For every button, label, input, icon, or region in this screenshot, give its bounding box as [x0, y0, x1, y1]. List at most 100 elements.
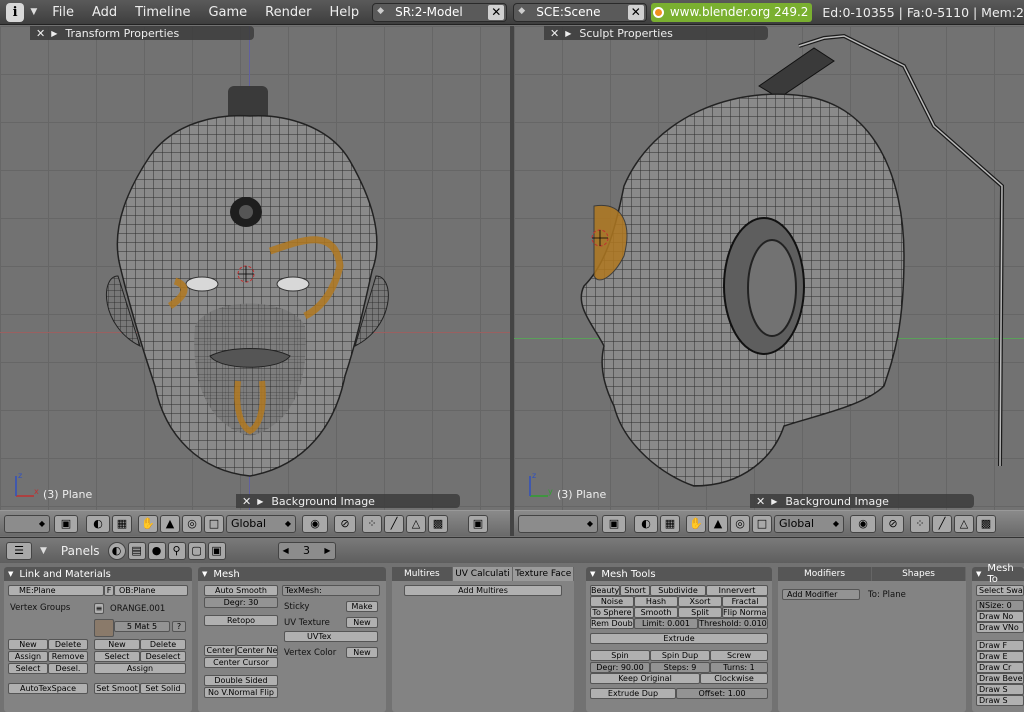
set-smooth-button[interactable]: Set Smoot [94, 683, 140, 694]
draw-type-icon[interactable]: ◐ [86, 514, 110, 533]
draw-vnormals-toggle[interactable]: Draw VNo [976, 622, 1024, 633]
flip-normal-button[interactable]: Flip Normal [722, 607, 768, 618]
sticky-make-button[interactable]: Make [346, 601, 378, 612]
occlude-icon[interactable]: ▩ [428, 514, 448, 533]
grid-icon[interactable]: ▦ [660, 514, 680, 533]
mode-dropdown[interactable]: ◆ [518, 514, 598, 533]
tab-texture-face[interactable]: Texture Face [513, 567, 575, 581]
occlude-icon[interactable]: ▩ [976, 514, 996, 533]
object-mode-icon[interactable]: ▣ [54, 514, 78, 533]
tab-shapes[interactable]: Shapes [872, 567, 966, 581]
object-icon[interactable]: ⚲ [167, 541, 186, 560]
extrude-button[interactable]: Extrude [590, 633, 768, 644]
no-vnormal-flip-toggle[interactable]: No V.Normal Flip [204, 687, 278, 698]
frame-counter[interactable]: ◀ 3 ▶ [277, 541, 336, 560]
draw-normals-toggle[interactable]: Draw No [976, 611, 1024, 622]
extrude-dup-button[interactable]: Extrude Dup [590, 688, 676, 699]
smooth-button[interactable]: Smooth [634, 607, 678, 618]
tab-uv-calculation[interactable]: UV Calculati [452, 567, 514, 581]
render-icon[interactable]: ▣ [468, 514, 488, 533]
tab-modifiers[interactable]: Modifiers [778, 567, 872, 581]
hand-icon[interactable]: ✋ [138, 514, 158, 533]
close-icon[interactable]: ✕ [756, 495, 765, 508]
innervert-button[interactable]: Innervert [706, 585, 768, 596]
vg-delete-button[interactable]: Delete [48, 639, 88, 650]
short-toggle[interactable]: Short [620, 585, 650, 596]
chevron-down-icon[interactable]: ▼ [30, 7, 37, 17]
menu-file[interactable]: File [52, 5, 74, 20]
mat-delete-button[interactable]: Delete [140, 639, 186, 650]
editing-icon[interactable]: ▢ [187, 541, 206, 560]
menu-render[interactable]: Render [265, 5, 311, 20]
screen-name[interactable]: SR:2-Model [373, 5, 488, 19]
threshold-field[interactable]: Threshold: 0.010 [698, 618, 768, 629]
double-sided-toggle[interactable]: Double Sided [204, 675, 278, 686]
noise-button[interactable]: Noise [590, 596, 634, 607]
orientation-dropdown[interactable]: Global ◆ [774, 514, 844, 533]
xsort-button[interactable]: Xsort [678, 596, 722, 607]
logic-icon[interactable]: ◐ [107, 541, 126, 560]
rem-doubles-button[interactable]: Rem Doubl [590, 618, 634, 629]
screen-selector[interactable]: ◆ SR:2-Model ✕ [372, 2, 508, 22]
select-swap-button[interactable]: Select Swa [976, 585, 1024, 596]
menu-help[interactable]: Help [329, 5, 359, 20]
tab-multires[interactable]: Multires [392, 567, 453, 581]
chevron-down-icon[interactable]: ▼ [40, 546, 47, 556]
auto-smooth-toggle[interactable]: Auto Smooth [204, 585, 278, 596]
scene-selector[interactable]: ◆ SCE:Scene ✕ [513, 2, 647, 22]
texmesh-field[interactable]: TexMesh: [282, 585, 380, 596]
rotate-icon[interactable]: ◎ [730, 514, 750, 533]
center-button[interactable]: Center [204, 645, 236, 656]
set-solid-button[interactable]: Set Solid [140, 683, 186, 694]
vertex-select-icon[interactable]: ⁘ [362, 514, 382, 533]
pivot-icon[interactable]: ◉ [302, 514, 328, 533]
script-icon[interactable]: ▤ [127, 541, 146, 560]
draw-bevel-toggle[interactable]: Draw Bevel [976, 673, 1024, 684]
menu-game[interactable]: Game [208, 5, 247, 20]
center-cursor-button[interactable]: Center Cursor [204, 657, 278, 668]
info-icon[interactable]: i [6, 2, 25, 22]
menu-add[interactable]: Add [92, 5, 117, 20]
fractal-button[interactable]: Fractal [722, 596, 768, 607]
vertex-select-icon[interactable]: ⁘ [910, 514, 930, 533]
background-image-panel[interactable]: ✕ ▶ Background Image [236, 494, 460, 508]
auto-smooth-degr-field[interactable]: Degr: 30 [204, 597, 278, 608]
material-help-button[interactable]: ? [172, 621, 186, 632]
draw-faces-toggle[interactable]: Draw F [976, 640, 1024, 651]
orientation-dropdown[interactable]: Global ◆ [226, 514, 296, 533]
close-icon[interactable]: ✕ [627, 4, 644, 20]
screen-browse-icon[interactable]: ◆ [377, 6, 384, 16]
beauty-toggle[interactable]: Beauty [590, 585, 620, 596]
material-name[interactable]: ORANGE.001 [110, 604, 165, 614]
material-browse-icon[interactable]: ≡ [94, 603, 104, 614]
mat-select-button[interactable]: Select [94, 651, 140, 662]
turns-field[interactable]: Turns: 1 [710, 662, 768, 673]
scale-icon[interactable]: □ [204, 514, 224, 533]
clockwise-toggle[interactable]: Clockwise [700, 673, 768, 684]
expand-arrow-icon[interactable]: ▶ [257, 497, 263, 506]
material-color-swatch[interactable] [94, 619, 114, 637]
hash-button[interactable]: Hash [634, 596, 678, 607]
hand-icon[interactable]: ✋ [686, 514, 706, 533]
snap-icon[interactable]: ⊘ [334, 514, 356, 533]
close-icon[interactable]: ✕ [242, 495, 251, 508]
panel-title-bar[interactable]: ▼ Mesh To [972, 563, 1024, 585]
close-icon[interactable]: ✕ [488, 4, 505, 20]
grid-icon[interactable]: ▦ [112, 514, 132, 533]
vg-assign-button[interactable]: Assign [8, 651, 48, 662]
scene-name[interactable]: SCE:Scene [514, 5, 628, 19]
shading-icon[interactable]: ● [147, 541, 166, 560]
object-name-field[interactable]: OB:Plane [114, 585, 188, 596]
menu-timeline[interactable]: Timeline [135, 5, 190, 20]
steps-field[interactable]: Steps: 9 [650, 662, 710, 673]
subdivide-button[interactable]: Subdivide [650, 585, 706, 596]
draw-edges-toggle[interactable]: Draw E [976, 651, 1024, 662]
retopo-toggle[interactable]: Retopo [204, 615, 278, 626]
vg-deselect-button[interactable]: Desel. [48, 663, 88, 674]
add-multires-button[interactable]: Add Multires [404, 585, 562, 596]
mat-assign-button[interactable]: Assign [94, 663, 186, 674]
material-index-field[interactable]: 5 Mat 5 [114, 621, 170, 632]
panel-title-bar[interactable]: ▼ Mesh Tools [586, 567, 772, 581]
keep-original-toggle[interactable]: Keep Original [590, 673, 700, 684]
front-viewport[interactable]: ✕ ▶ Transform Properties x z (3) Plane ✕… [0, 26, 510, 510]
